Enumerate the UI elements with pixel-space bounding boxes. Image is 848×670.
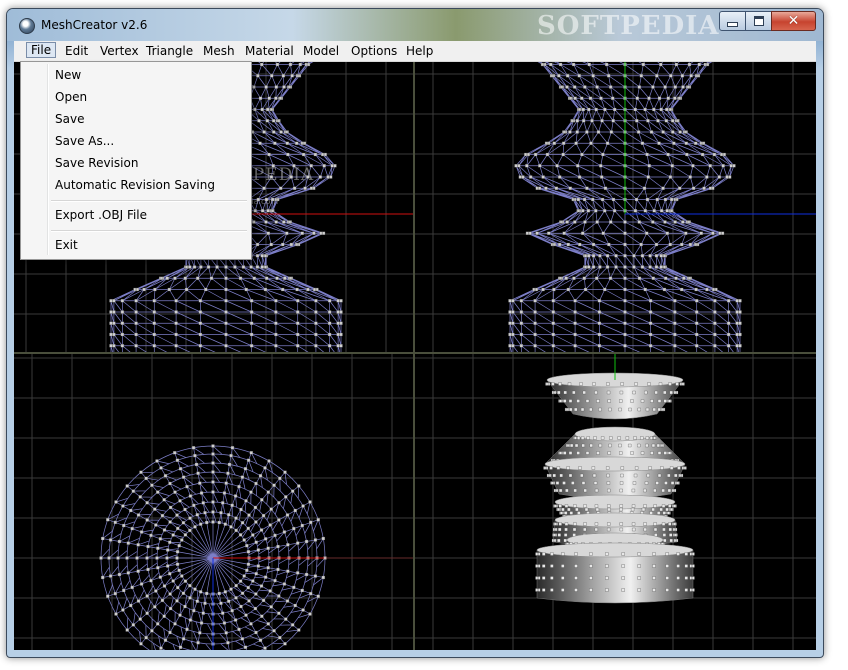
menu-icon-gutter [47, 64, 49, 255]
maximize-button[interactable] [745, 11, 772, 31]
menu-bar: File Edit Vertex Triangle Mesh Material … [14, 41, 816, 62]
menu-file[interactable]: File [26, 42, 57, 58]
title-bar[interactable]: MeshCreator v2.6 SOFTPEDIA ✕ [7, 9, 823, 41]
viewport-side[interactable] [415, 62, 816, 352]
menu-item-save[interactable]: Save [55, 112, 84, 126]
viewport-divider-horizontal[interactable] [14, 352, 816, 354]
close-icon: ✕ [787, 13, 800, 29]
minimize-button[interactable] [719, 11, 746, 31]
menu-item-exit[interactable]: Exit [55, 238, 78, 252]
mesh-segment [536, 549, 694, 604]
menu-mesh[interactable]: Mesh [198, 43, 240, 59]
mesh-segment-cap [554, 512, 676, 528]
menu-vertex[interactable]: Vertex [95, 43, 144, 59]
menu-options[interactable]: Options [346, 43, 402, 59]
viewport-divider-vertical[interactable] [413, 62, 415, 650]
menu-item-save-revision[interactable]: Save Revision [55, 156, 138, 170]
menu-item-save-as[interactable]: Save As... [55, 134, 114, 148]
window-title: MeshCreator v2.6 [41, 18, 148, 32]
file-menu-dropdown: New Open Save Save As... Save Revision A… [20, 61, 252, 260]
menu-edit[interactable]: Edit [60, 43, 93, 59]
menu-help[interactable]: Help [401, 43, 438, 59]
menu-separator [51, 230, 247, 232]
title-watermark: SOFTPEDIA [537, 11, 720, 41]
menu-item-automatic-revision-saving[interactable]: Automatic Revision Saving [55, 178, 215, 192]
menu-item-open[interactable]: Open [55, 90, 87, 104]
viewport-perspective[interactable] [415, 354, 816, 650]
mesh-shaded [535, 372, 695, 604]
mesh-segment-cap [544, 456, 686, 472]
menu-item-new[interactable]: New [55, 68, 81, 82]
menu-triangle[interactable]: Triangle [141, 43, 198, 59]
menu-material[interactable]: Material [240, 43, 299, 59]
minimize-icon [727, 21, 738, 27]
viewport-top[interactable] [14, 354, 413, 650]
menu-model[interactable]: Model [298, 43, 344, 59]
maximize-icon [753, 16, 764, 26]
menu-item-export-obj[interactable]: Export .OBJ File [55, 208, 147, 222]
grid-lines [415, 62, 816, 352]
app-logo-icon [19, 18, 35, 34]
mesh-segment-cap [536, 542, 694, 558]
close-button[interactable]: ✕ [771, 11, 816, 31]
menu-separator [51, 200, 247, 202]
mesh-segment-cap [554, 494, 676, 510]
